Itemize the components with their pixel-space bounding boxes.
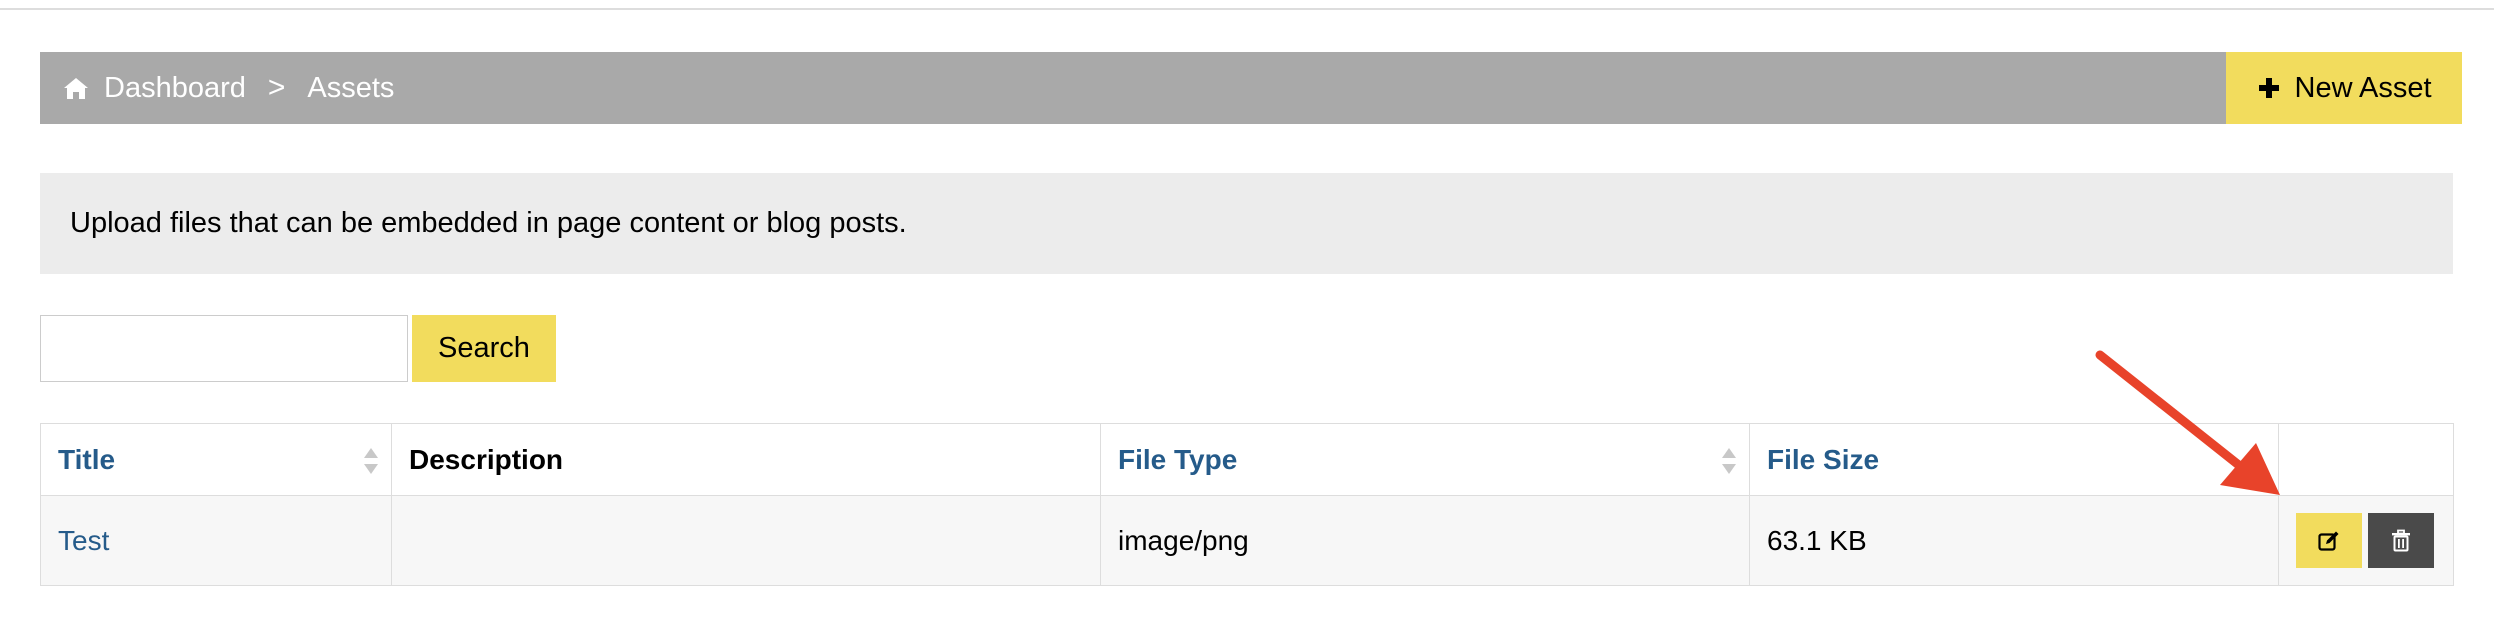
search-button[interactable]: Search [412, 315, 556, 382]
breadcrumb: Dashboard > Assets [40, 52, 2226, 124]
column-title[interactable]: Title [40, 423, 392, 496]
column-description-label: Description [409, 443, 564, 475]
notice-text: Upload files that can be embedded in pag… [70, 207, 907, 239]
breadcrumb-dashboard[interactable]: Dashboard [104, 72, 246, 105]
column-file-type[interactable]: File Type [1100, 423, 1750, 496]
edit-button[interactable] [2296, 513, 2362, 568]
delete-button[interactable] [2368, 513, 2434, 568]
new-asset-button[interactable]: New Asset [2226, 52, 2462, 124]
cell-title[interactable]: Test [40, 495, 392, 586]
column-actions [2278, 423, 2454, 496]
column-description: Description [391, 423, 1101, 496]
search-input[interactable] [40, 315, 408, 382]
trash-icon [2392, 529, 2410, 551]
new-asset-label: New Asset [2294, 71, 2432, 104]
column-title-label[interactable]: Title [58, 444, 115, 475]
sort-icon[interactable] [361, 445, 381, 477]
table-row: Test image/png 63.1 KB [40, 495, 2454, 586]
edit-icon [2318, 531, 2339, 551]
column-file-size-label[interactable]: File Size [1767, 444, 1879, 475]
breadcrumb-assets: Assets [307, 71, 395, 104]
cell-file-type: image/png [1100, 495, 1750, 586]
assets-table: Title Description File Type File Size Te… [40, 423, 2454, 586]
cell-file-size: 63.1 KB [1749, 495, 2279, 586]
column-file-type-label[interactable]: File Type [1118, 444, 1237, 475]
asset-title-link[interactable]: Test [58, 525, 109, 556]
info-notice: Upload files that can be embedded in pag… [40, 173, 2453, 274]
cell-actions [2278, 495, 2454, 586]
home-icon[interactable] [62, 74, 90, 102]
cell-description [391, 495, 1101, 586]
breadcrumb-separator: > [267, 71, 286, 104]
top-divider [0, 0, 2494, 10]
table-header-row: Title Description File Type File Size [40, 423, 2454, 496]
plus-icon [2257, 76, 2281, 100]
column-file-size[interactable]: File Size [1749, 423, 2279, 496]
sort-icon[interactable] [1719, 445, 1739, 477]
